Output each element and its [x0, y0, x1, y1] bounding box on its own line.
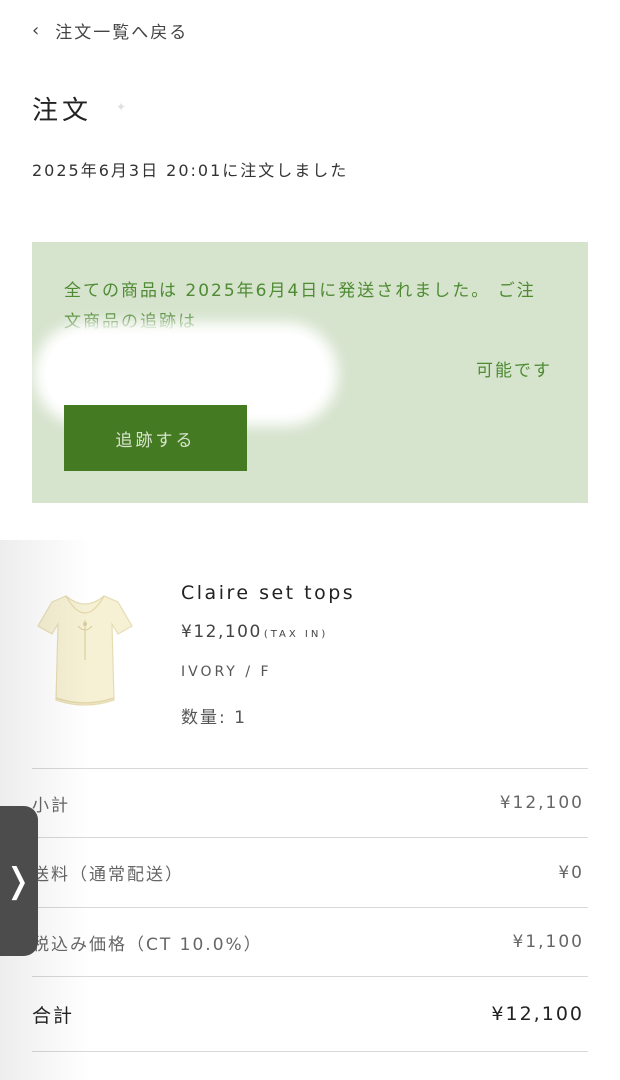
total-value: ¥12,100 — [491, 1003, 584, 1025]
back-link-label: 注文一覧へ戻る — [55, 23, 189, 43]
tax-label: 税込み価格（CT 10.0%） — [32, 934, 263, 955]
chevron-right-icon: ❭ — [3, 861, 33, 901]
tax-note: (TAX IN) — [263, 629, 329, 640]
order-date: 2025年6月3日 20:01に注文しました — [32, 161, 349, 180]
subtotal-value: ¥12,100 — [499, 793, 584, 813]
subtotal-label: 小計 — [32, 795, 70, 816]
shipping-fee-label: 送料（通常配送） — [32, 865, 184, 885]
track-button[interactable]: 追跡する — [64, 405, 247, 471]
product-price-value: ¥12,100 — [181, 622, 262, 642]
shipping-message: 全ての商品は 2025年6月4日に発送されました。 ご注文商品の追跡は — [64, 281, 536, 332]
total-label: 合計 — [32, 1004, 75, 1027]
redacted-region — [46, 334, 326, 414]
title-mark-icon: ✦ — [116, 100, 127, 114]
summary-row-tax: 税込み価格（CT 10.0%） ¥1,100 — [32, 907, 588, 976]
tracking-available-text: 可能です — [476, 361, 552, 381]
chevron-left-icon: ‹ — [32, 19, 42, 41]
product-name[interactable]: Claire set tops — [181, 582, 355, 604]
product-image[interactable] — [30, 590, 140, 720]
tax-value: ¥1,100 — [512, 932, 584, 952]
order-item: Claire set tops ¥12,100 (TAX IN) IVORY / … — [0, 560, 620, 740]
order-detail-page: ‹ 注文一覧へ戻る 注文 ✦ 2025年6月3日 20:01に注文しました 全て… — [0, 0, 620, 1080]
product-price: ¥12,100 (TAX IN) — [181, 622, 328, 642]
summary-row-shipping: 送料（通常配送） ¥0 — [32, 837, 588, 907]
shipping-fee-value: ¥0 — [558, 862, 584, 883]
product-variant: IVORY / F — [181, 664, 272, 680]
summary-row-total: 合計 ¥12,100 — [32, 976, 588, 1052]
back-to-orders-link[interactable]: ‹ 注文一覧へ戻る — [32, 18, 188, 43]
page-title: 注文 — [32, 96, 93, 126]
product-quantity: 数量: 1 — [181, 708, 247, 728]
side-expand-tab[interactable]: ❭ — [0, 806, 38, 956]
shipping-status-box: 全ての商品は 2025年6月4日に発送されました。 ご注文商品の追跡は 可能です… — [32, 242, 588, 503]
summary-row-subtotal: 小計 ¥12,100 — [32, 768, 588, 837]
